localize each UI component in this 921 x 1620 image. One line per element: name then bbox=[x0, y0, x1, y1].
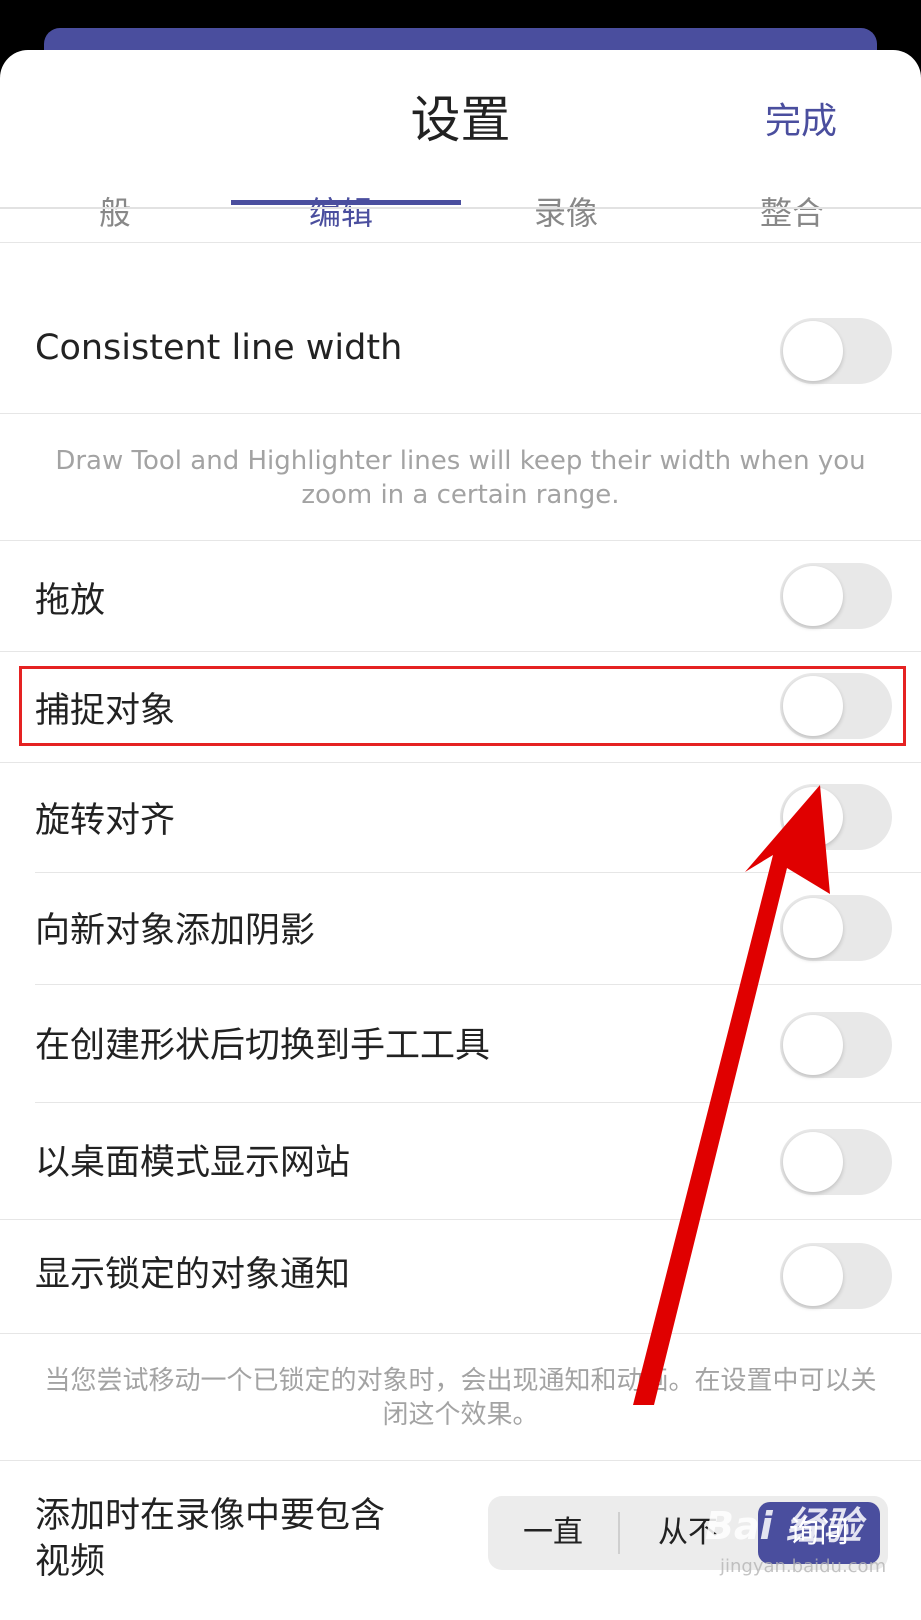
shadow-new-objects-label: 向新对象添加阴影 bbox=[35, 911, 316, 951]
tab-recording[interactable]: 录像 bbox=[451, 188, 681, 258]
done-button[interactable]: 完成 bbox=[765, 92, 837, 144]
toggle-knob bbox=[783, 898, 843, 958]
divider bbox=[0, 1460, 921, 1461]
rotation-align-toggle[interactable] bbox=[780, 784, 892, 850]
divider bbox=[35, 872, 921, 873]
segment-always[interactable]: 一直 bbox=[488, 1496, 618, 1570]
consistent-line-width-toggle[interactable] bbox=[780, 318, 892, 384]
switch-hand-tool-label: 在创建形状后切换到手工工具 bbox=[35, 1026, 491, 1066]
locked-object-notice-toggle[interactable] bbox=[780, 1243, 892, 1309]
tab-integration[interactable]: 整合 bbox=[677, 188, 907, 258]
locked-object-notice-label: 显示锁定的对象通知 bbox=[35, 1255, 351, 1295]
rotation-align-label: 旋转对齐 bbox=[35, 801, 176, 841]
drag-drop-label: 拖放 bbox=[35, 581, 106, 621]
divider bbox=[0, 651, 921, 652]
include-video-label-line2: 视频 bbox=[35, 1542, 106, 1582]
desktop-mode-toggle[interactable] bbox=[780, 1129, 892, 1195]
divider bbox=[0, 1219, 921, 1220]
active-tab-indicator bbox=[231, 200, 461, 205]
locked-object-hint: 当您尝试移动一个已锁定的对象时，会出现通知和动画。在设置中可以关闭这个效果。 bbox=[44, 1366, 877, 1430]
consistent-line-width-label: Consistent line width bbox=[35, 328, 403, 368]
shadow-new-objects-toggle[interactable] bbox=[780, 895, 892, 961]
toggle-knob bbox=[783, 566, 843, 626]
toggle-knob bbox=[783, 787, 843, 847]
divider bbox=[35, 1102, 921, 1103]
tab-general[interactable]: 般 bbox=[0, 188, 230, 258]
divider bbox=[35, 984, 921, 985]
drag-drop-toggle[interactable] bbox=[780, 563, 892, 629]
divider bbox=[0, 762, 921, 763]
divider bbox=[0, 540, 921, 541]
tab-bar: 般 编辑 录像 整合 bbox=[0, 188, 921, 258]
divider bbox=[0, 413, 921, 414]
watermark-logo: Bai 经验 bbox=[705, 1504, 862, 1548]
switch-hand-tool-toggle[interactable] bbox=[780, 1012, 892, 1078]
consistent-line-width-hint: Draw Tool and Highlighter lines will kee… bbox=[55, 446, 866, 510]
toggle-knob bbox=[783, 1246, 843, 1306]
desktop-mode-label: 以桌面模式显示网站 bbox=[35, 1143, 351, 1183]
toggle-knob bbox=[783, 1132, 843, 1192]
toggle-knob bbox=[783, 321, 843, 381]
divider bbox=[0, 242, 921, 243]
highlight-box bbox=[19, 666, 906, 746]
toggle-knob bbox=[783, 1015, 843, 1075]
watermark-url: jingyan.baidu.com bbox=[720, 1556, 887, 1577]
tab-edit[interactable]: 编辑 bbox=[226, 188, 456, 258]
tabs-divider bbox=[0, 207, 921, 209]
divider bbox=[0, 1333, 921, 1334]
include-video-label-line1: 添加时在录像中要包含 bbox=[35, 1496, 386, 1536]
